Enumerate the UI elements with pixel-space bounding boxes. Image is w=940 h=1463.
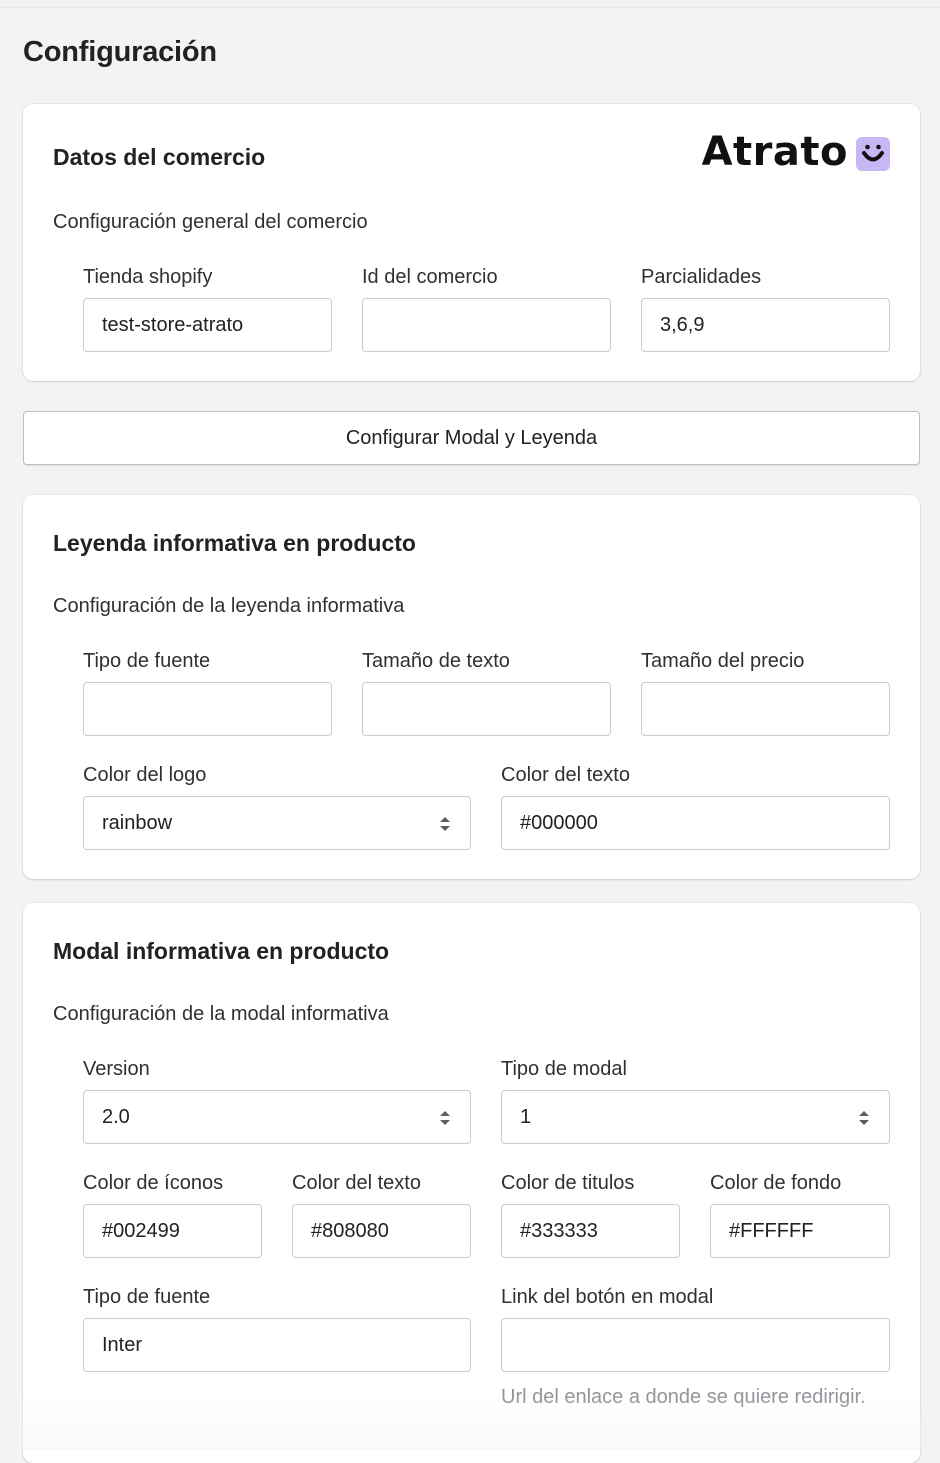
title-color-field: Color de titulos #333333	[501, 1170, 680, 1258]
smiley-icon	[856, 137, 890, 171]
modal-type-label: Tipo de modal	[501, 1058, 627, 1080]
version-select[interactable]: 2.0	[83, 1090, 471, 1144]
store-label: Tienda shopify	[83, 266, 213, 288]
button-link-label: Link del botón en modal	[501, 1286, 714, 1308]
modal-text-color-field: Color del texto #808080	[292, 1170, 471, 1258]
modal-card: Modal informativa en producto Configurac…	[23, 903, 920, 1463]
legend-font-input[interactable]	[83, 682, 332, 736]
legend-font-label: Tipo de fuente	[83, 650, 211, 672]
merchant-card-subtitle: Configuración general del comercio	[53, 211, 368, 233]
modal-type-select[interactable]: 1	[501, 1090, 890, 1144]
modal-card-subtitle: Configuración de la modal informativa	[53, 1003, 389, 1025]
button-link-help-text: Url del enlace a donde se quiere redirig…	[501, 1386, 866, 1408]
merchant-card-title: Datos del comercio	[53, 144, 266, 170]
logo-color-value: rainbow	[102, 812, 173, 834]
installments-label: Parcialidades	[641, 266, 762, 288]
store-input[interactable]: test-store-atrato	[83, 298, 332, 352]
merchant-id-field: Id del comercio	[362, 264, 611, 352]
text-size-input[interactable]	[362, 682, 611, 736]
bg-color-field: Color de fondo #FFFFFF	[710, 1170, 890, 1258]
title-color-label: Color de titulos	[501, 1172, 635, 1194]
legend-text-color-field: Color del texto #000000	[501, 762, 890, 850]
text-size-field: Tamaño de texto	[362, 648, 611, 736]
button-link-input[interactable]	[501, 1318, 890, 1372]
installments-field: Parcialidades 3,6,9	[641, 264, 890, 352]
price-size-input[interactable]	[641, 682, 890, 736]
legend-font-field: Tipo de fuente	[83, 648, 332, 736]
version-field: Version 2.0	[83, 1056, 471, 1144]
icon-color-field: Color de íconos #002499	[83, 1170, 262, 1258]
button-link-field: Link del botón en modal Url del enlace a…	[501, 1284, 890, 1412]
top-bar	[0, 0, 940, 8]
bg-color-label: Color de fondo	[710, 1172, 842, 1194]
modal-card-title: Modal informativa en producto	[53, 938, 390, 964]
merchant-id-label: Id del comercio	[362, 266, 498, 288]
legend-text-color-input[interactable]: #000000	[501, 796, 890, 850]
modal-font-label: Tipo de fuente	[83, 1286, 211, 1308]
modal-type-field: Tipo de modal 1	[501, 1056, 890, 1144]
atrato-logo: Atrato	[701, 129, 890, 175]
legend-card-subtitle: Configuración de la leyenda informativa	[53, 595, 405, 617]
page-title: Configuración	[23, 36, 217, 68]
legend-card: Leyenda informativa en producto Configur…	[23, 495, 920, 879]
select-arrows-icon	[440, 1111, 450, 1125]
logo-color-label: Color del logo	[83, 764, 207, 786]
text-size-label: Tamaño de texto	[362, 650, 510, 672]
select-arrows-icon	[440, 817, 450, 831]
logo-color-field: Color del logo rainbow	[83, 762, 471, 850]
price-size-field: Tamaño del precio	[641, 648, 890, 736]
modal-type-value: 1	[520, 1106, 532, 1128]
merchant-id-input[interactable]	[362, 298, 611, 352]
merchant-card: Datos del comercio Atrato Configuración …	[23, 104, 920, 381]
store-field: Tienda shopify test-store-atrato	[83, 264, 332, 352]
version-value: 2.0	[102, 1106, 130, 1128]
icon-color-label: Color de íconos	[83, 1172, 224, 1194]
legend-text-color-label: Color del texto	[501, 764, 630, 786]
select-arrows-icon	[859, 1111, 869, 1125]
modal-font-input[interactable]: Inter	[83, 1318, 471, 1372]
legend-card-title: Leyenda informativa en producto	[53, 530, 416, 556]
modal-font-field: Tipo de fuente Inter	[83, 1284, 471, 1372]
icon-color-input[interactable]: #002499	[83, 1204, 262, 1258]
bg-color-input[interactable]: #FFFFFF	[710, 1204, 890, 1258]
title-color-input[interactable]: #333333	[501, 1204, 680, 1258]
version-label: Version	[83, 1058, 150, 1080]
logo-color-select[interactable]: rainbow	[83, 796, 471, 850]
installments-input[interactable]: 3,6,9	[641, 298, 890, 352]
price-size-label: Tamaño del precio	[641, 650, 805, 672]
configure-modal-legend-button[interactable]: Configurar Modal y Leyenda	[23, 411, 920, 465]
modal-text-color-label: Color del texto	[292, 1172, 421, 1194]
atrato-logo-text: Atrato	[701, 129, 848, 175]
modal-text-color-input[interactable]: #808080	[292, 1204, 471, 1258]
